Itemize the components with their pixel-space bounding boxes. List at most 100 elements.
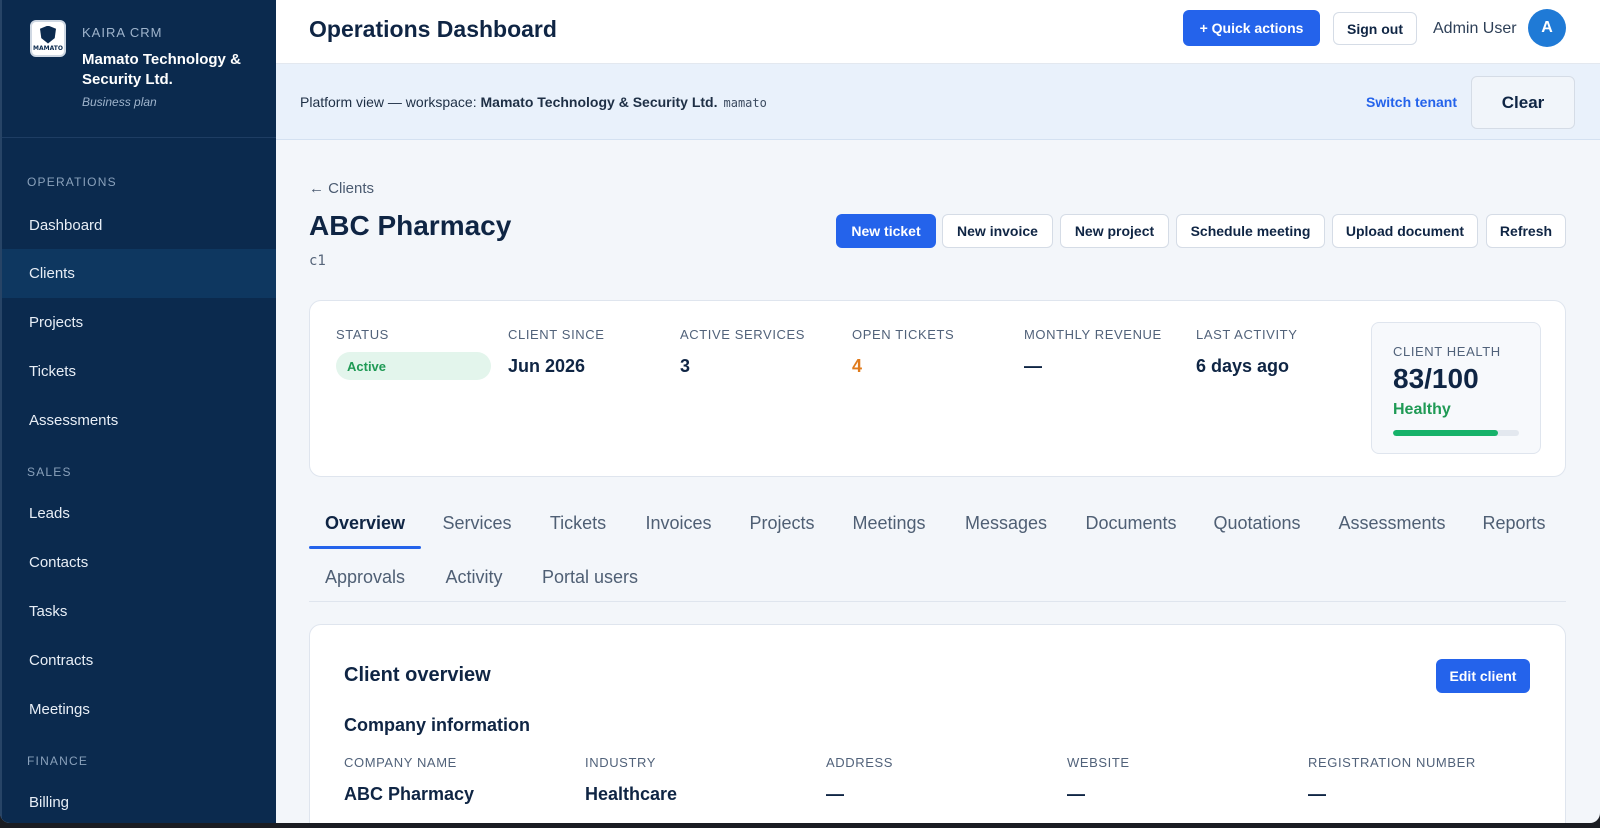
topbar: Operations Dashboard + Quick actions Sig…	[276, 0, 1600, 64]
health-score: 83/100	[1393, 363, 1479, 394]
edit-client-button[interactable]: Edit client	[1436, 659, 1530, 693]
sidebar-item-dashboard[interactable]: Dashboard	[2, 201, 276, 250]
client-health-box: CLIENT HEALTH 83/100 Healthy	[1371, 322, 1541, 454]
sidebar-item-projects[interactable]: Projects	[2, 298, 276, 347]
sidebar-item-contracts[interactable]: Contracts	[2, 636, 276, 685]
tab-reports[interactable]: Reports	[1474, 498, 1554, 548]
user-name: Admin User	[1433, 20, 1517, 37]
section-finance: FINANCE	[27, 754, 89, 768]
tenant-workspace: Mamato Technology & Security Ltd.	[480, 94, 718, 110]
stat-value: Jun 2026	[508, 356, 586, 376]
field-label: REGISTRATION NUMBER	[1308, 755, 1476, 770]
stat-label: MONTHLY REVENUE	[1024, 327, 1162, 342]
field-value: Healthcare	[585, 784, 678, 804]
sidebar-item-billing[interactable]: Billing	[2, 778, 276, 823]
tab-approvals[interactable]: Approvals	[309, 552, 421, 602]
tab-projects[interactable]: Projects	[740, 498, 824, 548]
company-logo: MAMATO	[30, 20, 66, 57]
sidebar-item-tasks[interactable]: Tasks	[2, 587, 276, 636]
company-info-heading: Company information	[344, 715, 531, 735]
tab-quotations[interactable]: Quotations	[1204, 498, 1310, 548]
sidebar-item-leads[interactable]: Leads	[2, 489, 276, 538]
tenant-bar: Platform view — workspace: Mamato Techno…	[276, 64, 1600, 140]
stat-active-services: ACTIVE SERVICES 3	[680, 327, 805, 377]
client-name: ABC Pharmacy	[309, 210, 512, 241]
field-label: INDUSTRY	[585, 755, 657, 770]
panel-title: Client overview	[344, 664, 491, 686]
tab-portal-users[interactable]: Portal users	[530, 552, 650, 602]
app-name: KAIRA CRM	[82, 25, 163, 40]
tabs-divider	[309, 601, 1566, 602]
app-window: MAMATO KAIRA CRM Mamato Technology & Sec…	[0, 0, 1600, 823]
stat-value: 4	[852, 356, 863, 376]
tenant-prefix: Platform view — workspace:	[300, 94, 481, 110]
tab-services[interactable]: Services	[432, 498, 522, 548]
sidebar-item-meetings[interactable]: Meetings	[2, 685, 276, 734]
field-label: WEBSITE	[1067, 755, 1130, 770]
health-progress-bar	[1393, 430, 1519, 436]
section-sales: SALES	[27, 465, 72, 479]
field-label: ADDRESS	[826, 755, 894, 770]
field-industry: INDUSTRY Healthcare	[585, 755, 677, 805]
tab-tickets[interactable]: Tickets	[540, 498, 616, 548]
client-summary-card: STATUS Active CLIENT SINCE Jun 2026 ACTI…	[309, 300, 1566, 477]
plan-label: Business plan	[82, 95, 157, 109]
new-ticket-button[interactable]: New ticket	[836, 214, 936, 248]
section-operations: OPERATIONS	[27, 175, 117, 189]
back-to-clients-link[interactable]: ← Clients	[309, 180, 374, 197]
avatar[interactable]: A	[1528, 9, 1566, 47]
sidebar: MAMATO KAIRA CRM Mamato Technology & Sec…	[0, 0, 276, 823]
field-company-name: COMPANY NAME ABC Pharmacy	[344, 755, 474, 805]
org-name: Mamato Technology & Security Ltd.	[82, 51, 241, 88]
page-title: Operations Dashboard	[309, 16, 557, 42]
tab-meetings[interactable]: Meetings	[842, 498, 936, 548]
stat-value: 3	[680, 356, 691, 376]
stat-value: 6 days ago	[1196, 356, 1290, 376]
new-invoice-button[interactable]: New invoice	[942, 214, 1053, 248]
field-registration-number: REGISTRATION NUMBER —	[1308, 755, 1476, 805]
tab-documents[interactable]: Documents	[1076, 498, 1186, 548]
field-value: —	[1067, 784, 1085, 804]
client-code: c1	[309, 253, 326, 269]
sidebar-item-tickets[interactable]: Tickets	[2, 347, 276, 396]
field-label: COMPANY NAME	[344, 755, 457, 770]
brand-block: MAMATO KAIRA CRM Mamato Technology & Sec…	[2, 0, 276, 138]
stat-last-activity: LAST ACTIVITY 6 days ago	[1196, 327, 1297, 377]
stat-monthly-revenue: MONTHLY REVENUE —	[1024, 327, 1162, 377]
stat-label: OPEN TICKETS	[852, 327, 955, 342]
stat-status: STATUS Active	[336, 327, 491, 380]
tenant-info: Platform view — workspace: Mamato Techno…	[300, 94, 767, 110]
tab-invoices[interactable]: Invoices	[634, 498, 723, 548]
field-address: ADDRESS —	[826, 755, 893, 805]
field-website: WEBSITE —	[1067, 755, 1130, 805]
sidebar-item-assessments[interactable]: Assessments	[2, 396, 276, 445]
client-overview-panel: Client overview Edit client Company info…	[309, 624, 1566, 823]
stat-label: CLIENT SINCE	[508, 327, 605, 342]
tab-messages[interactable]: Messages	[954, 498, 1058, 548]
clear-button[interactable]: Clear	[1471, 76, 1575, 129]
upload-document-button[interactable]: Upload document	[1332, 214, 1478, 248]
stat-value: —	[1024, 356, 1042, 376]
health-label: CLIENT HEALTH	[1393, 344, 1501, 359]
sidebar-item-clients[interactable]: Clients	[2, 249, 276, 298]
quick-actions-button[interactable]: + Quick actions	[1183, 10, 1320, 46]
stat-open-tickets: OPEN TICKETS 4	[852, 327, 954, 377]
schedule-meeting-button[interactable]: Schedule meeting	[1176, 214, 1325, 248]
stat-label: ACTIVE SERVICES	[680, 327, 806, 342]
field-value: ABC Pharmacy	[344, 784, 475, 804]
health-state: Healthy	[1393, 401, 1451, 418]
refresh-button[interactable]: Refresh	[1486, 214, 1566, 248]
field-value: —	[1308, 784, 1326, 804]
stat-label: STATUS	[336, 327, 389, 342]
active-tab-indicator	[309, 546, 421, 549]
tenant-slug: mamato	[723, 96, 767, 110]
field-value: —	[826, 784, 844, 804]
tab-overview[interactable]: Overview	[309, 498, 421, 548]
sidebar-item-contacts[interactable]: Contacts	[2, 538, 276, 587]
stat-label: LAST ACTIVITY	[1196, 327, 1298, 342]
tab-assessments[interactable]: Assessments	[1328, 498, 1456, 548]
sign-out-button[interactable]: Sign out	[1333, 12, 1417, 45]
new-project-button[interactable]: New project	[1060, 214, 1169, 248]
switch-tenant-link[interactable]: Switch tenant	[1366, 94, 1457, 110]
tab-activity[interactable]: Activity	[436, 552, 512, 602]
